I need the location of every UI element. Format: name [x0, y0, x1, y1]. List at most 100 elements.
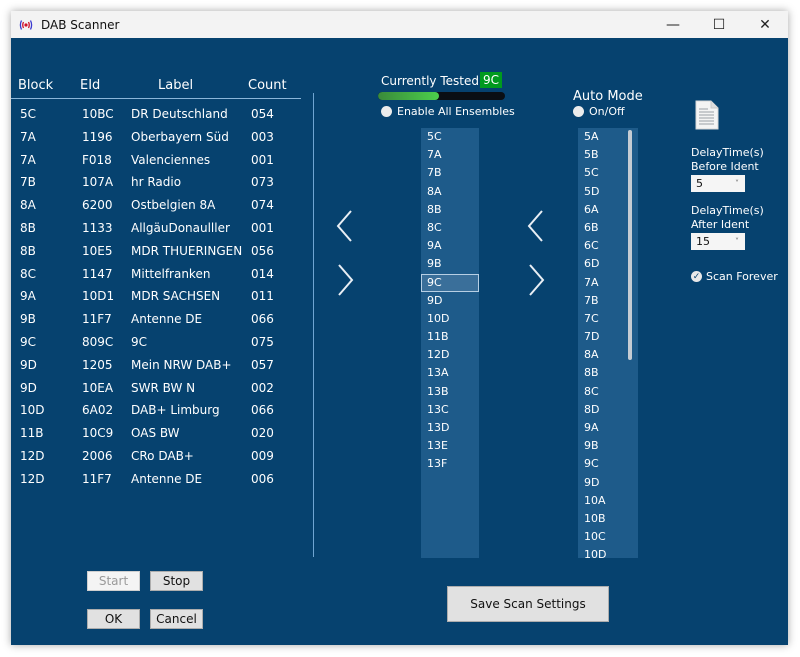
- list-item[interactable]: 8C: [421, 219, 479, 237]
- table-row[interactable]: 9D 1205 Mein NRW DAB+ 057: [11, 358, 301, 381]
- table-row[interactable]: 7B 107A hr Radio 073: [11, 175, 301, 198]
- cell-label: OAS BW: [131, 426, 180, 441]
- cell-count: 006: [251, 471, 274, 486]
- cancel-button[interactable]: Cancel: [150, 609, 203, 629]
- cell-count: 014: [251, 266, 274, 281]
- close-button[interactable]: ✕: [742, 11, 788, 38]
- delay-after-select[interactable]: 15 ˅: [691, 233, 745, 250]
- list-item[interactable]: 9B: [421, 255, 479, 273]
- list-item[interactable]: 7B: [421, 164, 479, 182]
- list-item[interactable]: 12D: [421, 346, 479, 364]
- header-label[interactable]: Label: [158, 78, 193, 93]
- list-item[interactable]: 9D: [578, 474, 638, 492]
- list-item[interactable]: 9A: [421, 237, 479, 255]
- list-item[interactable]: 8D: [578, 401, 638, 419]
- table-row[interactable]: 9C 809C 9C 075: [11, 335, 301, 358]
- ok-button[interactable]: OK: [87, 609, 140, 629]
- cell-eid: 1133: [82, 220, 113, 235]
- cell-count: 011: [251, 289, 274, 304]
- auto-move-right-arrow-icon[interactable]: [524, 262, 548, 298]
- auto-move-left-arrow-icon[interactable]: [524, 208, 548, 244]
- table-row[interactable]: 8B 1133 AllgäuDonaulller 001: [11, 221, 301, 244]
- auto-mode-scrollbar[interactable]: [628, 130, 632, 360]
- table-row[interactable]: 8A 6200 Ostbelgien 8A 074: [11, 198, 301, 221]
- list-item[interactable]: 10C: [578, 528, 638, 546]
- auto-mode-toggle-radio[interactable]: On/Off: [573, 105, 625, 118]
- list-item[interactable]: 9D: [421, 292, 479, 310]
- list-item[interactable]: 13E: [421, 437, 479, 455]
- move-right-arrow-icon[interactable]: [333, 262, 357, 298]
- start-button[interactable]: Start: [87, 571, 140, 591]
- cell-count: 066: [251, 312, 274, 327]
- list-item[interactable]: 9B: [578, 437, 638, 455]
- table-row[interactable]: 7A 1196 Oberbayern Süd 003: [11, 130, 301, 153]
- table-row[interactable]: 12D 11F7 Antenne DE 006: [11, 472, 301, 495]
- cell-block: 10D: [20, 403, 45, 418]
- list-item[interactable]: 8B: [421, 201, 479, 219]
- table-row[interactable]: 12D 2006 CRo DAB+ 009: [11, 449, 301, 472]
- table-row[interactable]: 9D 10EA SWR BW N 002: [11, 381, 301, 404]
- enable-all-ensembles-label: Enable All Ensembles: [397, 105, 515, 118]
- list-item[interactable]: 10B: [578, 510, 638, 528]
- save-scan-settings-button[interactable]: Save Scan Settings: [447, 586, 609, 622]
- table-row[interactable]: 8C 1147 Mittelfranken 014: [11, 267, 301, 290]
- ensembles-listbox[interactable]: 5C 7A 7B 8A 8B 8C 9A 9B 9C 9D 10D 11B 12D 13A 13B 13C 13…: [421, 128, 479, 558]
- table-row[interactable]: 11B 10C9 OAS BW 020: [11, 426, 301, 449]
- table-row[interactable]: 9B 11F7 Antenne DE 066: [11, 312, 301, 335]
- list-item[interactable]: 9C: [421, 273, 479, 292]
- auto-mode-listbox[interactable]: 5A 5B 5C 5D 6A 6B 6C 6D 7A 7B 7C 7D 8A 8B 8C 8D 9A 9B 9C 9D…: [578, 128, 638, 558]
- window-title: DAB Scanner: [41, 17, 120, 32]
- cell-label: MDR SACHSEN: [131, 289, 221, 304]
- minimize-button[interactable]: —: [650, 11, 696, 38]
- list-item[interactable]: 13B: [421, 383, 479, 401]
- list-item[interactable]: 13F: [421, 455, 479, 473]
- cell-block: 8A: [20, 198, 36, 213]
- stop-button[interactable]: Stop: [150, 571, 203, 591]
- cell-label: hr Radio: [131, 175, 182, 190]
- list-item[interactable]: 10A: [578, 492, 638, 510]
- radio-broadcast-icon: [19, 19, 33, 31]
- delay-before-select[interactable]: 5 ˅: [691, 175, 745, 192]
- list-item[interactable]: 10D: [421, 310, 479, 328]
- list-item[interactable]: 9C: [578, 455, 638, 473]
- cell-count: 002: [251, 380, 274, 395]
- cell-label: Mein NRW DAB+: [131, 357, 232, 372]
- header-block[interactable]: Block: [18, 78, 53, 93]
- scan-forever-checkbox[interactable]: ✓ Scan Forever: [691, 270, 778, 283]
- cell-eid: 6200: [82, 198, 113, 213]
- list-item[interactable]: 13D: [421, 419, 479, 437]
- checkmark-icon: ✓: [691, 271, 702, 282]
- enable-all-ensembles-radio[interactable]: Enable All Ensembles: [381, 105, 515, 118]
- list-item[interactable]: 5C: [421, 128, 479, 146]
- delay-after-label: DelayTime(s) After Ident: [691, 204, 764, 232]
- cell-count: 009: [251, 448, 274, 463]
- list-item[interactable]: 8C: [578, 383, 638, 401]
- delay-before-value: 5: [696, 177, 703, 190]
- table-row[interactable]: 5C 10BC DR Deutschland 054: [11, 107, 301, 130]
- table-row[interactable]: 8B 10E5 MDR THUERINGEN 056: [11, 244, 301, 267]
- list-item[interactable]: 8B: [578, 364, 638, 382]
- table-row[interactable]: 10D 6A02 DAB+ Limburg 066: [11, 403, 301, 426]
- cell-eid: 10D1: [82, 289, 115, 304]
- table-row[interactable]: 7A F018 Valenciennes 001: [11, 153, 301, 176]
- header-count[interactable]: Count: [248, 78, 287, 93]
- table-row[interactable]: 9A 10D1 MDR SACHSEN 011: [11, 289, 301, 312]
- cell-eid: 6A02: [82, 403, 114, 418]
- list-item[interactable]: 7A: [421, 146, 479, 164]
- header-eid[interactable]: EId: [80, 78, 100, 93]
- cell-count: 056: [251, 243, 274, 258]
- maximize-button[interactable]: ☐: [696, 11, 742, 38]
- document-icon[interactable]: [695, 100, 719, 130]
- list-item[interactable]: 13C: [421, 401, 479, 419]
- cell-eid: 2006: [82, 448, 113, 463]
- list-item[interactable]: 13A: [421, 364, 479, 382]
- list-item[interactable]: 9A: [578, 419, 638, 437]
- cell-label: Antenne DE: [131, 312, 203, 327]
- list-item[interactable]: 10D: [578, 546, 638, 558]
- cell-eid: 11F7: [82, 471, 112, 486]
- move-left-arrow-icon[interactable]: [333, 208, 357, 244]
- list-item[interactable]: 11B: [421, 328, 479, 346]
- list-item[interactable]: 8A: [421, 183, 479, 201]
- cell-block: 9D: [20, 357, 37, 372]
- cell-eid: 10EA: [82, 380, 114, 395]
